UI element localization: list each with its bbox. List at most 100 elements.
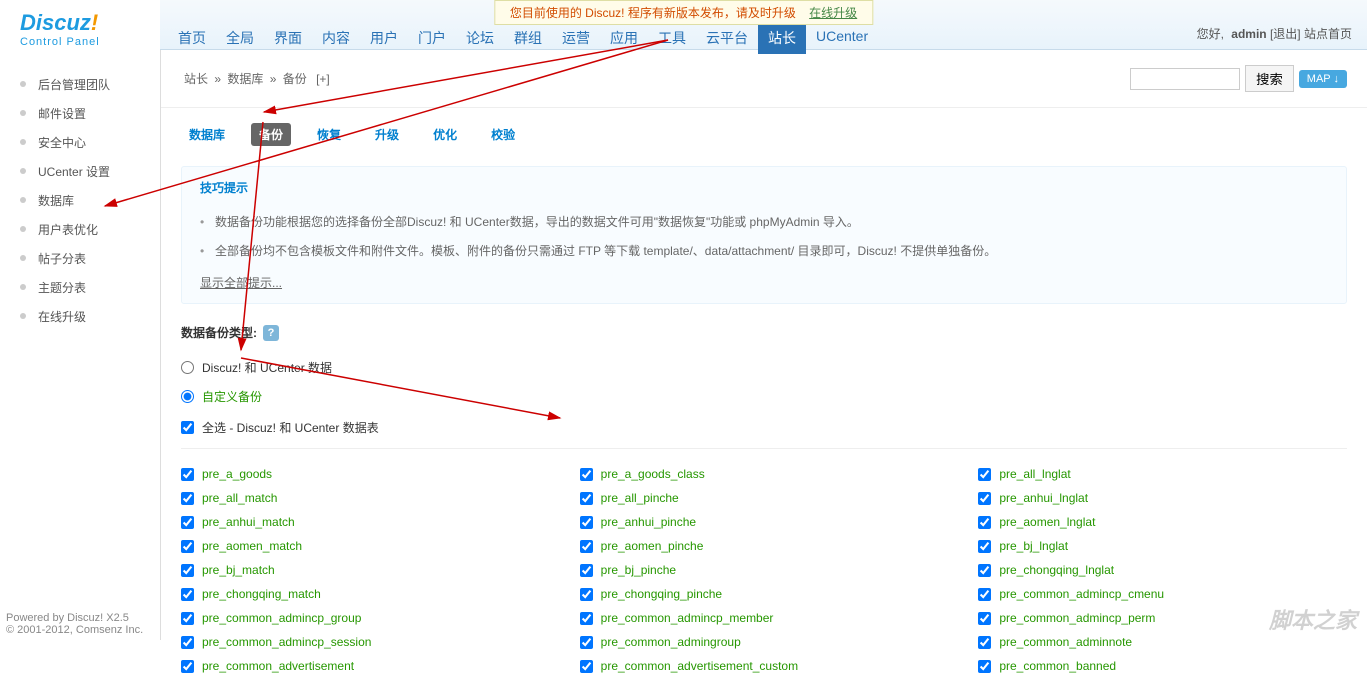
table-checkbox[interactable] (978, 612, 991, 625)
table-row: pre_common_advertisement (181, 656, 550, 676)
table-checkbox[interactable] (181, 660, 194, 673)
table-name[interactable]: pre_common_advertisement_custom (601, 659, 798, 673)
table-name[interactable]: pre_all_lnglat (999, 467, 1070, 481)
table-name[interactable]: pre_aomen_pinche (601, 539, 704, 553)
table-row: pre_common_admincp_session (181, 632, 550, 652)
logout-link[interactable]: [退出] (1270, 27, 1301, 41)
table-checkbox[interactable] (181, 612, 194, 625)
table-checkbox[interactable] (580, 516, 593, 529)
breadcrumb-item[interactable]: 站长 (184, 72, 208, 86)
table-checkbox[interactable] (978, 516, 991, 529)
backup-type-label: 数据备份类型: ? (181, 324, 1347, 341)
sidebar-item[interactable]: 邮件设置 (20, 99, 160, 128)
table-checkbox[interactable] (580, 636, 593, 649)
table-row: pre_anhui_lnglat (978, 488, 1347, 508)
search-button[interactable]: 搜索 (1245, 65, 1294, 92)
sidebar-item[interactable]: UCenter 设置 (20, 157, 160, 186)
table-name[interactable]: pre_common_admingroup (601, 635, 741, 649)
sidebar-item[interactable]: 用户表优化 (20, 215, 160, 244)
table-name[interactable]: pre_anhui_pinche (601, 515, 696, 529)
table-name[interactable]: pre_common_admincp_cmenu (999, 587, 1164, 601)
table-name[interactable]: pre_aomen_match (202, 539, 302, 553)
site-home-link[interactable]: 站点首页 (1304, 27, 1352, 41)
table-checkbox[interactable] (978, 636, 991, 649)
subnav-item[interactable]: 备份 (251, 123, 291, 146)
table-checkbox[interactable] (978, 540, 991, 553)
username: admin (1231, 27, 1266, 41)
subnav-item[interactable]: 优化 (425, 123, 465, 146)
table-name[interactable]: pre_all_match (202, 491, 277, 505)
table-name[interactable]: pre_bj_pinche (601, 563, 676, 577)
table-name[interactable]: pre_a_goods (202, 467, 272, 481)
table-name[interactable]: pre_common_adminnote (999, 635, 1132, 649)
show-all-tips[interactable]: 显示全部提示... (200, 274, 282, 291)
table-checkbox[interactable] (181, 588, 194, 601)
update-notice: 您目前使用的 Discuz! 程序有新版本发布，请及时升级 在线升级 (494, 0, 873, 25)
table-name[interactable]: pre_anhui_lnglat (999, 491, 1088, 505)
footer: Powered by Discuz! X2.5 © 2001-2012, Com… (6, 612, 143, 636)
sidebar-item[interactable]: 主题分表 (20, 273, 160, 302)
table-row: pre_aomen_lnglat (978, 512, 1347, 532)
table-name[interactable]: pre_aomen_lnglat (999, 515, 1095, 529)
subnav-item[interactable]: 升级 (367, 123, 407, 146)
logo-subtitle: Control Panel (20, 36, 140, 48)
table-name[interactable]: pre_common_admincp_group (202, 611, 361, 625)
table-name[interactable]: pre_common_admincp_perm (999, 611, 1155, 625)
table-checkbox[interactable] (978, 468, 991, 481)
tips-box: 技巧提示 数据备份功能根据您的选择备份全部Discuz! 和 UCenter数据… (181, 166, 1347, 304)
table-checkbox[interactable] (181, 516, 194, 529)
subnav-item[interactable]: 数据库 (181, 123, 233, 146)
sidebar: 后台管理团队邮件设置安全中心UCenter 设置数据库用户表优化帖子分表主题分表… (0, 50, 160, 640)
table-name[interactable]: pre_chongqing_match (202, 587, 321, 601)
radio-discuz-ucenter: Discuz! 和 UCenter 数据 (181, 353, 1347, 382)
subnav-item[interactable]: 恢复 (309, 123, 349, 146)
table-checkbox[interactable] (580, 468, 593, 481)
subnav-item[interactable]: 校验 (483, 123, 523, 146)
table-checkbox[interactable] (978, 492, 991, 505)
sidebar-item[interactable]: 数据库 (20, 186, 160, 215)
table-checkbox[interactable] (580, 660, 593, 673)
table-row: pre_all_lnglat (978, 464, 1347, 484)
table-name[interactable]: pre_common_advertisement (202, 659, 354, 673)
notice-upgrade-link[interactable]: 在线升级 (809, 6, 857, 20)
table-row: pre_common_admincp_cmenu (978, 584, 1347, 604)
table-row: pre_common_banned (978, 656, 1347, 676)
table-checkbox[interactable] (978, 588, 991, 601)
table-name[interactable]: pre_common_admincp_member (601, 611, 774, 625)
table-checkbox[interactable] (181, 492, 194, 505)
table-checkbox[interactable] (978, 564, 991, 577)
table-row: pre_bj_lnglat (978, 536, 1347, 556)
table-checkbox[interactable] (580, 588, 593, 601)
table-checkbox[interactable] (181, 540, 194, 553)
table-name[interactable]: pre_bj_lnglat (999, 539, 1068, 553)
sidebar-item[interactable]: 在线升级 (20, 302, 160, 331)
table-name[interactable]: pre_a_goods_class (601, 467, 705, 481)
table-name[interactable]: pre_all_pinche (601, 491, 679, 505)
breadcrumb-item[interactable]: 数据库 (227, 72, 263, 86)
table-name[interactable]: pre_common_admincp_session (202, 635, 371, 649)
table-checkbox[interactable] (978, 660, 991, 673)
logo[interactable]: Discuz! Control Panel (0, 0, 160, 50)
table-row: pre_aomen_pinche (580, 536, 949, 556)
table-checkbox[interactable] (580, 612, 593, 625)
table-checkbox[interactable] (580, 492, 593, 505)
map-button[interactable]: MAP ↓ (1299, 70, 1347, 88)
search-input[interactable] (1130, 68, 1240, 90)
table-checkbox[interactable] (181, 564, 194, 577)
sidebar-item[interactable]: 帖子分表 (20, 244, 160, 273)
table-checkbox[interactable] (580, 564, 593, 577)
table-name[interactable]: pre_common_banned (999, 659, 1116, 673)
sidebar-item[interactable]: 安全中心 (20, 128, 160, 157)
table-checkbox[interactable] (580, 540, 593, 553)
breadcrumb-add[interactable]: [+] (316, 72, 330, 86)
notice-text: 您目前使用的 Discuz! 程序有新版本发布，请及时升级 (510, 6, 796, 20)
table-name[interactable]: pre_anhui_match (202, 515, 295, 529)
select-all-checkbox[interactable] (181, 421, 194, 434)
table-name[interactable]: pre_bj_match (202, 563, 275, 577)
sidebar-item[interactable]: 后台管理团队 (20, 70, 160, 99)
table-name[interactable]: pre_chongqing_pinche (601, 587, 722, 601)
table-checkbox[interactable] (181, 468, 194, 481)
help-icon[interactable]: ? (263, 325, 279, 341)
table-checkbox[interactable] (181, 636, 194, 649)
table-name[interactable]: pre_chongqing_lnglat (999, 563, 1114, 577)
